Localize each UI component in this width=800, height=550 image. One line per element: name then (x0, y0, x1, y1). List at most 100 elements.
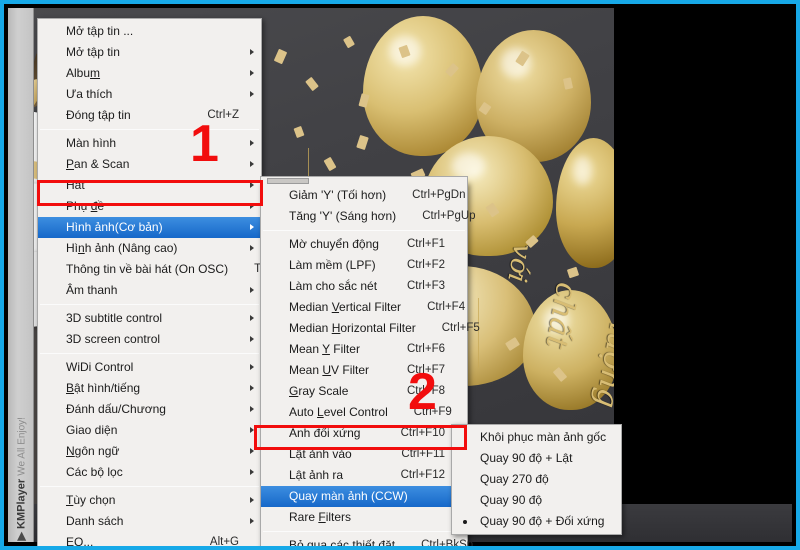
main-menu-item[interactable]: Hình ảnh (Nâng cao) (38, 238, 261, 259)
main-menu-item-label: EQ... (66, 535, 94, 549)
image-menu-item-shortcut: Ctrl+PgUp (422, 210, 476, 222)
image-menu-item-label: Làm mềm (LPF) (289, 258, 376, 272)
rotate-menu-item[interactable]: Quay 90 độ + Đối xứng (452, 511, 621, 532)
image-menu-item[interactable]: Mờ chuyển động Ctrl+F1 (261, 234, 467, 255)
kmplayer-sidebar[interactable]: ▶ KMPlayer We All Enjoy! (8, 8, 34, 542)
image-menu-item-label: Ảnh đối xứng (289, 426, 361, 440)
main-menu-item-label: Hát (66, 178, 85, 192)
chevron-right-icon (250, 70, 254, 76)
main-menu-item[interactable]: WiDi Control (38, 357, 261, 378)
page-root: với chất lượng tình ấn ch Bonb ▶ KMPlaye… (0, 0, 800, 550)
image-menu-item[interactable]: Rare Filters (261, 507, 467, 528)
main-menu-item[interactable]: Âm thanh (38, 280, 261, 301)
image-menu-item[interactable]: Tăng 'Y' (Sáng hơn) Ctrl+PgUp (261, 206, 476, 227)
main-menu-separator (40, 129, 259, 130)
image-menu-item-label: Làm cho sắc nét (289, 279, 378, 293)
main-menu-separator (40, 486, 259, 487)
kmplayer-branding: ▶ KMPlayer We All Enjoy! (15, 391, 28, 540)
chevron-right-icon (250, 203, 254, 209)
image-menu-item-shortcut: Ctrl+F4 (427, 301, 466, 313)
main-menu-item[interactable]: Đánh dấu/Chương (38, 399, 261, 420)
main-menu-item[interactable]: Hình ảnh(Cơ bản) (38, 217, 261, 238)
image-menu-item[interactable]: Median Horizontal Filter Ctrl+F5 (261, 318, 480, 339)
main-menu-item-label: Hình ảnh (Nâng cao) (66, 241, 178, 255)
main-menu-item[interactable]: Thông tin về bài hát (On OSC)Tab (38, 259, 273, 280)
image-menu-item-shortcut: Ctrl+PgDn (412, 189, 466, 201)
image-menu-item[interactable]: Gray Scale Ctrl+F8 (261, 381, 467, 402)
main-menu-item[interactable]: Giao diện (38, 420, 261, 441)
main-menu-separator (40, 304, 259, 305)
rotate-screen-submenu[interactable]: Khôi phục màn ảnh gốc Quay 90 độ + Lật Qua… (451, 424, 622, 535)
image-menu-item-shortcut: Ctrl+F10 (400, 427, 445, 439)
main-menu-item-label: Hình ảnh(Cơ bản) (66, 220, 163, 234)
main-menu-item[interactable]: Hát (38, 175, 261, 196)
main-menu-item[interactable]: Ngôn ngữ (38, 441, 261, 462)
image-menu-item[interactable]: Bỏ qua các thiết đặt Ctrl+BkSp (261, 535, 473, 546)
main-menu-item[interactable]: Đóng tập tin Ctrl+Z (38, 105, 261, 126)
chevron-right-icon (250, 91, 254, 97)
image-menu-item-label: Quay màn ảnh (CCW) (289, 489, 408, 503)
main-menu-item[interactable]: Mở tập tin (38, 42, 261, 63)
main-menu-item-label: Ưa thích (66, 87, 113, 101)
rotate-menu-item-label: Quay 90 độ + Đối xứng (480, 514, 605, 528)
image-menu-item[interactable]: Lật ảnh ra Ctrl+F12 (261, 465, 467, 486)
main-menu-item[interactable]: EQ... Alt+G (38, 532, 261, 549)
image-menu-item-label: Auto Level Control (289, 405, 388, 419)
rotate-menu-item[interactable]: Quay 90 độ (452, 490, 621, 511)
main-menu-item-label: Mở tập tin ... (66, 24, 134, 38)
chevron-right-icon (250, 49, 254, 55)
main-menu-item-label: Đánh dấu/Chương (66, 402, 166, 416)
main-menu-item[interactable]: Ưa thích (38, 84, 261, 105)
image-menu-item[interactable]: Giảm 'Y' (Tối hơn) Ctrl+PgDn (261, 185, 467, 206)
image-menu-item[interactable]: Auto Level Control Ctrl+F9 (261, 402, 467, 423)
image-menu-item-shortcut: Ctrl+BkSp (421, 539, 474, 550)
chevron-right-icon (250, 182, 254, 188)
image-menu-item-label: Mờ chuyển động (289, 237, 379, 251)
main-menu-item[interactable]: 3D subtitle control (38, 308, 261, 329)
image-menu-item[interactable]: Mean Y Filter Ctrl+F6 (261, 339, 467, 360)
chevron-right-icon (250, 336, 254, 342)
main-context-menu[interactable]: Mở tập tin ... Mở tập tin Album Ưa thích Đón… (37, 18, 273, 549)
main-menu-item-label: WiDi Control (66, 360, 134, 374)
main-menu-item-label: Bật hình/tiếng (66, 381, 141, 395)
main-menu-item-label: Thông tin về bài hát (On OSC) (66, 262, 229, 276)
image-menu-item[interactable]: Làm mềm (LPF) Ctrl+F2 (261, 255, 467, 276)
main-menu-item[interactable]: Phụ đề (38, 196, 261, 217)
balloon-graphic (363, 16, 483, 156)
submenu-scroll-indicator[interactable] (260, 176, 468, 184)
image-menu-item-shortcut: Ctrl+F1 (406, 238, 445, 250)
image-menu-separator (263, 230, 465, 231)
main-menu-item-label: Ngôn ngữ (66, 444, 120, 458)
image-menu-item-shortcut: Ctrl+F8 (406, 385, 445, 397)
artwork-word: với (501, 241, 538, 285)
rotate-menu-item[interactable]: Khôi phục màn ảnh gốc (452, 427, 621, 448)
main-menu-item[interactable]: Màn hình (38, 133, 261, 154)
main-menu-item-label: Tùy chọn (66, 493, 116, 507)
image-menu-item[interactable]: Mean UV Filter Ctrl+F7 (261, 360, 467, 381)
main-menu-item[interactable]: Pan & Scan (38, 154, 261, 175)
main-menu-item[interactable]: Tùy chọn (38, 490, 261, 511)
main-menu-item[interactable]: 3D screen control (38, 329, 261, 350)
image-basic-submenu[interactable]: Giảm 'Y' (Tối hơn) Ctrl+PgDn Tăng 'Y' (Sán… (260, 182, 480, 546)
chevron-right-icon (250, 427, 254, 433)
image-menu-item[interactable]: Ảnh đối xứng Ctrl+F10 (261, 423, 467, 444)
main-menu-item-shortcut: Alt+G (209, 536, 239, 548)
image-menu-item-shortcut: Ctrl+F7 (406, 364, 445, 376)
rotate-menu-item[interactable]: Quay 270 độ (452, 469, 621, 490)
image-menu-item[interactable]: Quay màn ảnh (CCW) (261, 486, 467, 507)
image-menu-item-shortcut: Ctrl+F12 (400, 469, 445, 481)
main-menu-item[interactable]: Mở tập tin ... (38, 21, 261, 42)
rotate-menu-item[interactable]: Quay 90 độ + Lật (452, 448, 621, 469)
letterbox-right (614, 8, 792, 542)
image-menu-item-label: Mean UV Filter (289, 363, 370, 377)
image-menu-item[interactable]: Lật ảnh vào Ctrl+F11 (261, 444, 467, 465)
main-menu-item[interactable]: Bật hình/tiếng (38, 378, 261, 399)
chevron-right-icon (250, 364, 254, 370)
image-menu-item[interactable]: Median Vertical Filter Ctrl+F4 (261, 297, 467, 318)
main-menu-item[interactable]: Album (38, 63, 261, 84)
main-menu-item[interactable]: Các bộ lọc (38, 462, 261, 483)
image-menu-item[interactable]: Làm cho sắc nét Ctrl+F3 (261, 276, 467, 297)
main-menu-item[interactable]: Danh sách (38, 511, 261, 532)
main-menu-separator (40, 353, 259, 354)
rotate-menu-item-label: Quay 270 độ (480, 472, 549, 486)
